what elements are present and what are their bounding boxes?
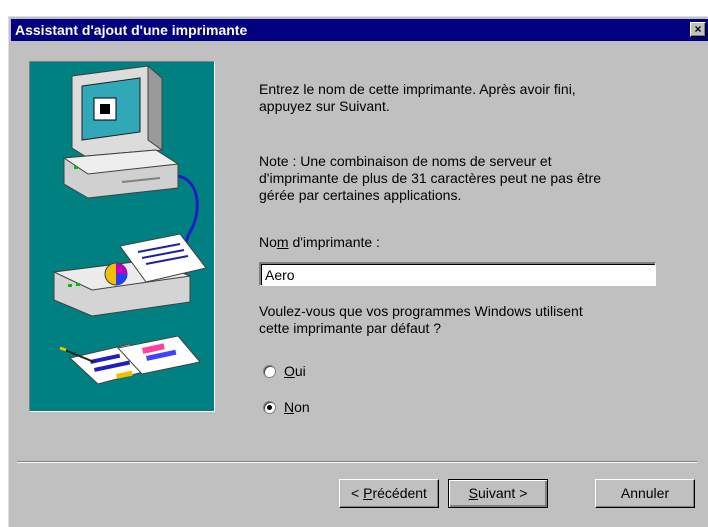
radio-yes-circle[interactable] [263,364,276,378]
back-button[interactable]: < Précédent [339,479,439,508]
radio-selected-dot [267,404,272,410]
intro-line-1: Entrez le nom de cette imprimante. Après… [259,81,576,97]
radio-yes[interactable]: Oui [263,363,306,379]
radio-no-circle[interactable] [263,400,276,414]
intro-text: Entrez le nom de cette imprimante. Après… [259,81,576,115]
wizard-illustration [29,61,215,412]
title-bar: Assistant d'ajout d'une imprimante × [11,19,708,41]
note-line-1: Note : Une combinaison de noms de serveu… [259,153,552,169]
radio-no[interactable]: Non [263,399,310,415]
intro-line-2: appuyez sur Suivant. [259,98,390,114]
back-button-arrow: < [351,485,364,501]
next-button-label: uivant > [477,485,528,501]
printer-name-label-accesskey: m [276,234,289,250]
default-question-line-1: Voulez-vous que vos programmes Windows u… [259,303,583,319]
default-question: Voulez-vous que vos programmes Windows u… [259,303,583,337]
computer-printer-illustration [52,64,207,385]
back-button-label: récédent [372,485,427,501]
close-button[interactable]: × [690,22,706,37]
next-button[interactable]: Suivant > [448,479,548,508]
window-title: Assistant d'ajout d'une imprimante [15,22,248,38]
note-line-3: gérée par certaines applications. [259,187,462,203]
printer-wizard-dialog: Assistant d'ajout d'une imprimante × Ent… [8,16,708,527]
printer-name-label-post: d'imprimante : [288,234,380,250]
radio-no-label: on [294,399,310,415]
radio-yes-label: ui [294,363,306,379]
note-text: Note : Une combinaison de noms de serveu… [259,153,601,204]
printer-name-input[interactable] [259,262,656,286]
radio-no-accesskey: N [284,399,295,415]
radio-yes-accesskey: O [284,363,295,379]
next-button-accesskey: S [468,485,478,501]
note-line-2: d'imprimante de plus de 31 caractères pe… [259,170,601,186]
cancel-button-label: Annuler [620,485,670,501]
printer-name-label: Nom d'imprimante : [259,234,380,251]
default-question-line-2: cette imprimante par défaut ? [259,320,442,336]
cancel-button[interactable]: Annuler [595,479,695,508]
printer-name-label-pre: No [259,234,277,250]
button-separator [17,461,697,463]
close-icon: × [694,22,702,36]
